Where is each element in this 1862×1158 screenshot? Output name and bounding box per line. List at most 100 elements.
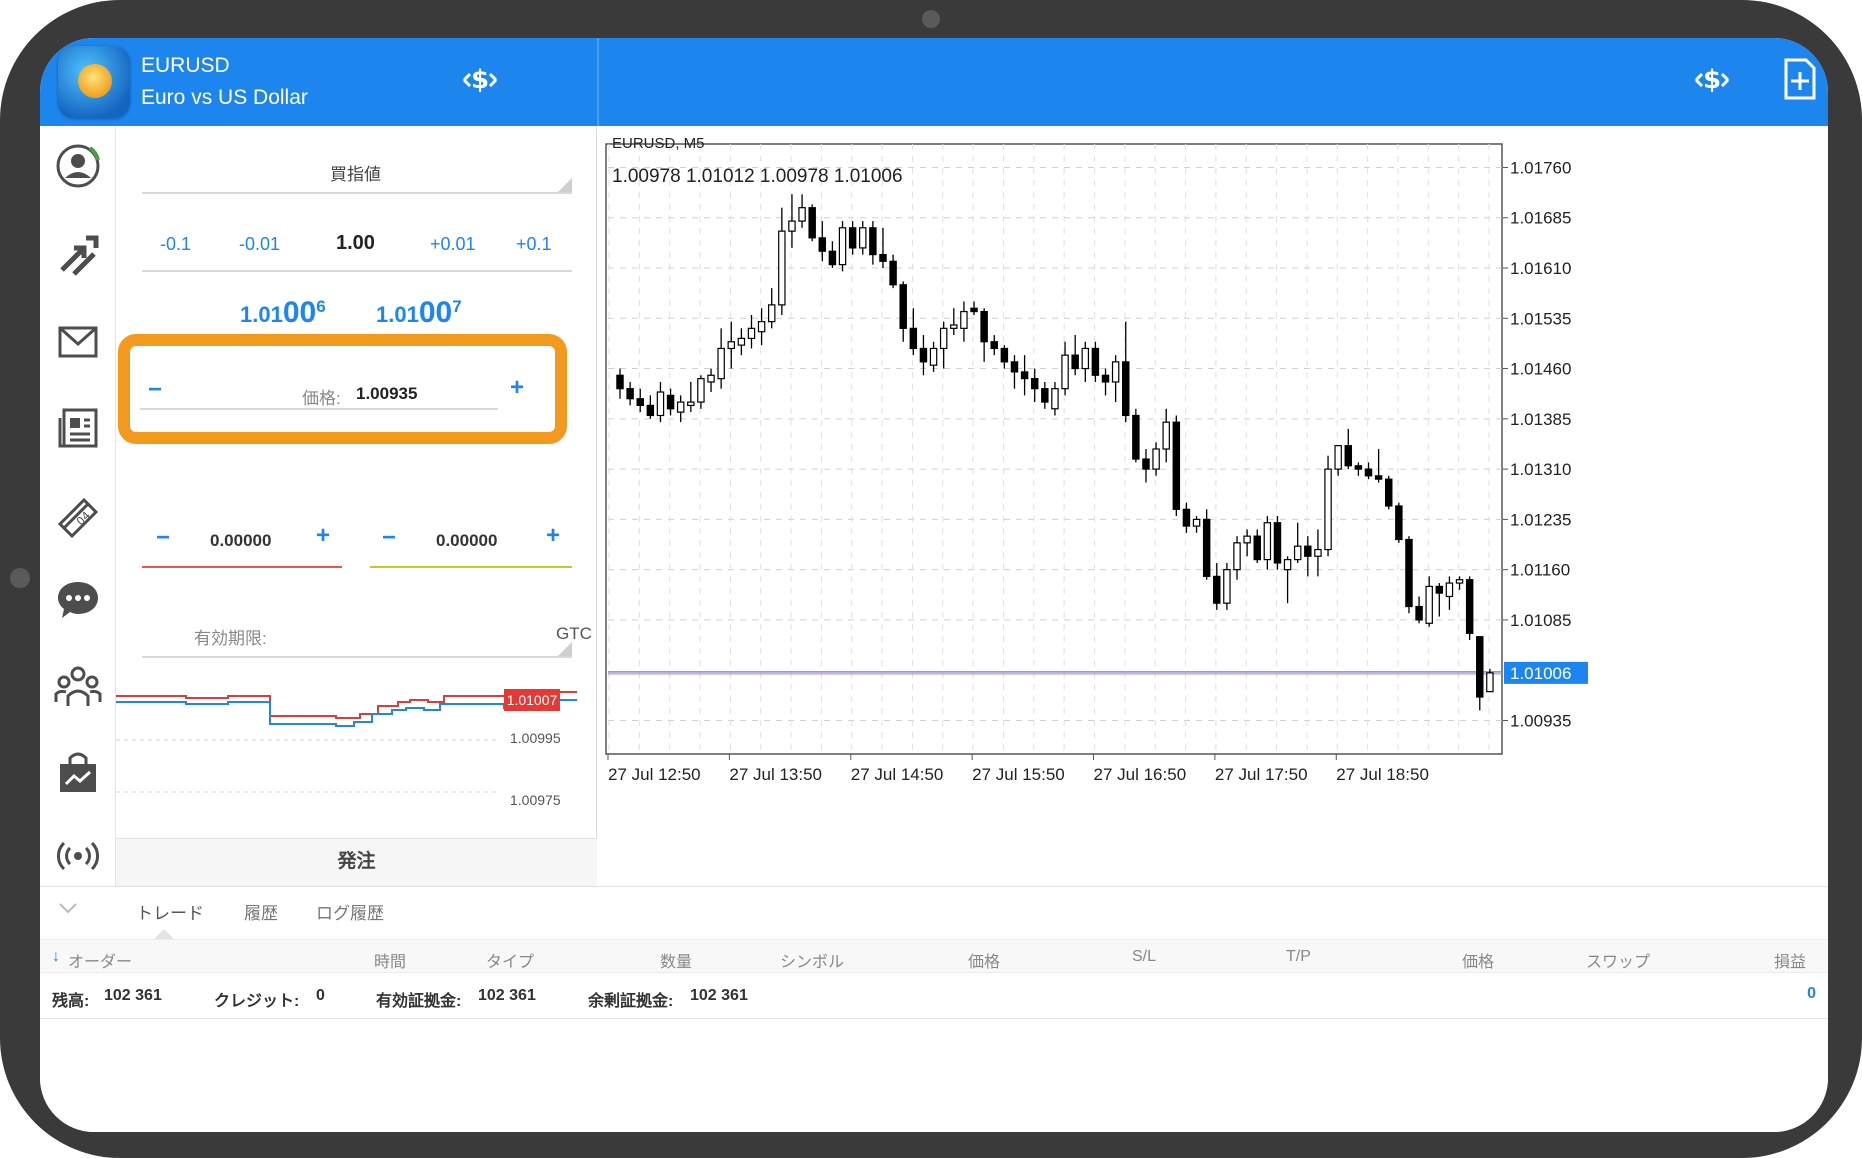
candle-body (616, 374, 624, 390)
column-current-price[interactable]: 価格 (1462, 948, 1494, 972)
column-swap[interactable]: スワップ (1586, 948, 1650, 972)
candle-body (1172, 421, 1181, 510)
mail-icon[interactable] (48, 312, 108, 372)
candle-body (1081, 347, 1090, 370)
column-symbol[interactable]: シンボル (780, 948, 844, 972)
expiry-select[interactable]: GTC (556, 624, 592, 644)
x-tick-label: 27 Jul 18:50 (1336, 765, 1429, 784)
calendar-icon[interactable]: 04 (48, 484, 108, 544)
tab-trade[interactable]: トレード (136, 899, 204, 924)
column-profit[interactable]: 損益 (1774, 948, 1806, 972)
candle-body (1435, 585, 1444, 594)
community-icon[interactable] (48, 656, 108, 716)
tab-history[interactable]: 履歴 (244, 899, 278, 924)
column-volume[interactable]: 数量 (660, 948, 692, 972)
news-icon[interactable] (48, 398, 108, 458)
order-type-select[interactable]: 買指値 (330, 160, 381, 185)
candle-body (1273, 522, 1282, 564)
candle-body (1395, 505, 1403, 541)
candle-body (1293, 545, 1302, 561)
candle-body (1223, 569, 1231, 604)
symbol-title: EURUSD (141, 54, 230, 77)
x-tick-label: 27 Jul 14:50 (851, 765, 944, 784)
candle-body (990, 341, 998, 350)
candle-body (848, 227, 857, 249)
candle-body (1374, 475, 1383, 480)
new-order-icon[interactable] (1782, 58, 1818, 111)
candlestick-chart[interactable]: 1.01760 1.01685 1.01610 1.01535 1.01460 1.013… (600, 126, 1828, 886)
candle-body (1101, 374, 1110, 383)
candle-body (828, 250, 837, 266)
lot-minus-0.1-button[interactable]: -0.1 (160, 234, 191, 255)
candle-body (909, 327, 918, 350)
y-tick-label: 1.01760 (1510, 158, 1571, 177)
candle-body (747, 327, 756, 339)
chat-icon[interactable] (48, 570, 108, 630)
credit-label: クレジット: (214, 993, 300, 1010)
price-input[interactable]: 1.00935 (356, 384, 417, 404)
stop-loss-minus-button[interactable]: − (156, 524, 170, 552)
column-tp[interactable]: T/P (1286, 948, 1311, 966)
symbol-description: Euro vs US Dollar (141, 86, 308, 109)
expiry-underline (142, 656, 572, 658)
y-tick-label: 1.00935 (1510, 711, 1571, 730)
candle-body (859, 227, 867, 249)
tab-log-history[interactable]: ログ履歴 (316, 899, 384, 924)
candle-body (1465, 579, 1474, 634)
symbol-header[interactable]: EURUSD Euro vs US Dollar $ (40, 38, 597, 126)
terminal-panel: トレード 履歴 ログ履歴 ↓ オーダー 時間 タイプ 数量 シンボル 価格 S/… (40, 886, 1828, 1132)
take-profit-minus-button[interactable]: − (382, 524, 396, 552)
candle-body (1384, 478, 1393, 507)
candle-body (626, 388, 634, 400)
free-margin-label: 余剰証拠金: (588, 993, 674, 1010)
svg-text:$: $ (471, 65, 489, 95)
lot-plus-0.01-button[interactable]: +0.01 (430, 234, 476, 255)
candle-body (1091, 347, 1100, 376)
sort-arrow-icon[interactable]: ↓ (52, 948, 60, 966)
lot-volume-value[interactable]: 1.00 (336, 232, 375, 255)
market-icon[interactable] (48, 742, 108, 802)
price-label: 価格: (302, 389, 341, 408)
candle-body (889, 260, 897, 286)
quotes-dollar-icon[interactable]: $ (460, 60, 500, 111)
candle-body (717, 347, 725, 380)
candle-body (960, 310, 968, 329)
signals-icon[interactable] (48, 826, 108, 886)
price-underline (140, 408, 498, 410)
column-time[interactable]: 時間 (374, 948, 406, 972)
candle-body (1051, 388, 1059, 410)
metatrader-logo-icon (58, 46, 130, 118)
price-plus-button[interactable]: + (510, 374, 524, 402)
stop-loss-input[interactable]: 0.00000 (210, 531, 271, 551)
candle-body (1324, 468, 1332, 551)
side-button-dot (10, 568, 30, 588)
chart-canvas[interactable]: 1.01760 1.01685 1.01610 1.01535 1.01460 1.013… (600, 126, 1828, 886)
place-order-button[interactable]: 発注 (116, 839, 597, 887)
account-icon[interactable] (48, 136, 108, 196)
candle-body (767, 304, 776, 323)
mini-chart-current-price: 1.01007 (504, 689, 560, 711)
price-minus-button[interactable]: − (148, 376, 162, 404)
candle-body (646, 404, 655, 417)
column-sl[interactable]: S/L (1132, 948, 1156, 966)
take-profit-plus-button[interactable]: + (546, 522, 560, 550)
quotes-dollar-icon[interactable]: $ (1692, 60, 1732, 111)
y-tick-label: 1.01310 (1510, 460, 1571, 479)
collapse-chevron-icon[interactable] (58, 901, 78, 920)
trade-arrows-icon[interactable] (48, 224, 108, 284)
candle-body (1041, 388, 1049, 403)
lot-minus-0.01-button[interactable]: -0.01 (239, 234, 280, 255)
candle-body (798, 207, 806, 222)
stop-loss-plus-button[interactable]: + (316, 522, 330, 550)
candle-body (1445, 582, 1454, 598)
candle-body (707, 374, 715, 383)
x-tick-label: 27 Jul 13:50 (729, 765, 822, 784)
column-type[interactable]: タイプ (486, 948, 534, 972)
column-price[interactable]: 価格 (968, 948, 1000, 972)
lot-plus-0.1-button[interactable]: +0.1 (516, 234, 552, 255)
free-margin-value: 102 361 (690, 987, 748, 1004)
column-order[interactable]: オーダー (68, 948, 132, 972)
take-profit-input[interactable]: 0.00000 (436, 531, 497, 551)
candle-body (939, 327, 948, 350)
chart-title: EURUSD, M5 (612, 135, 705, 152)
